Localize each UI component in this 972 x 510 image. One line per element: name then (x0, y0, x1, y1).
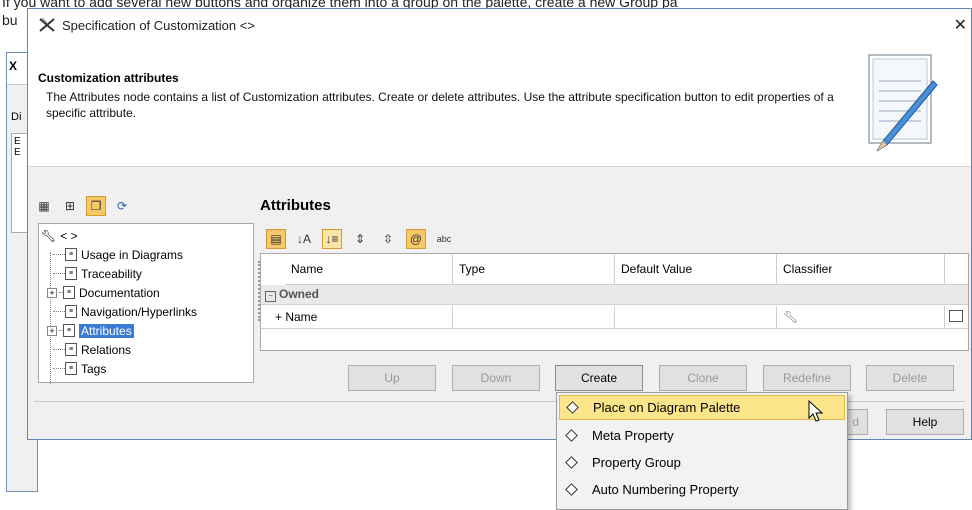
refresh-icon[interactable]: ⟳ (112, 196, 132, 216)
column-header-name[interactable]: Name (285, 254, 453, 284)
dialog-titlebar[interactable]: Specification of Customization <> ✕ (28, 9, 971, 41)
tree-item-label: Attributes (79, 323, 134, 338)
column-header-classifier[interactable]: Classifier (777, 254, 945, 284)
menu-item-place-on-diagram-palette[interactable]: Place on Diagram Palette (559, 395, 845, 420)
tree-toolbar: ▦ ⊞ ❐ ⟳ (34, 195, 254, 217)
diamond-icon (565, 483, 578, 496)
grouping-icon[interactable]: ▤ (266, 229, 286, 249)
collapse-icon[interactable]: − (265, 291, 276, 302)
wrench-icon: 🔧︎ (41, 228, 57, 243)
menu-item-label: Place on Diagram Palette (593, 400, 741, 415)
tree-item-navigation-hyperlinks[interactable]: ≡ Navigation/Hyperlinks (41, 302, 251, 321)
page-icon: ≡ (65, 343, 77, 356)
menu-item-meta-property[interactable]: Meta Property (557, 422, 847, 449)
column-header-type[interactable]: Type (453, 254, 615, 284)
tree-item-label: Tags (81, 361, 107, 376)
menu-item-label: Meta Property (592, 428, 674, 443)
expand-all-icon[interactable]: ⇕ (350, 229, 370, 249)
diamond-icon (566, 401, 579, 414)
navigation-pane: ▦ ⊞ ❐ ⟳ 🔧︎ < > ≡ Usage in Diagrams ≡ Tra… (34, 195, 254, 384)
tree-item-label: Documentation (79, 285, 160, 300)
menu-item-label: Property Group (592, 455, 681, 470)
expand-icon[interactable]: + (47, 325, 57, 336)
tree-item-attributes[interactable]: + ≡ Attributes (41, 321, 251, 340)
clone-button[interactable]: Clone (659, 365, 747, 391)
magicdraw-app-icon (38, 16, 56, 34)
tree-view-icon[interactable]: ⊞ (60, 196, 80, 216)
sort-property-icon[interactable]: ↓≡ (322, 229, 342, 249)
close-icon[interactable]: ✕ (954, 15, 967, 35)
tree-item-relations[interactable]: ≡ Relations (41, 340, 251, 359)
tree-item-label: Relations (81, 342, 132, 357)
toggle-panels-icon[interactable]: ❐ (86, 196, 106, 216)
help-button[interactable]: Help (886, 409, 964, 435)
cell-type[interactable] (453, 306, 615, 328)
page-icon: ≡ (65, 248, 77, 261)
tree-item-label: Traceability (81, 266, 142, 281)
tree-item-traceability[interactable]: ≡ Traceability (41, 264, 251, 283)
tree-item-tags[interactable]: ≡ Tags (41, 359, 251, 378)
attributes-toolbar: ▤ ↓A ↓≡ ⇕ ⇳ @ abc (266, 229, 454, 249)
table-header: Name Type Default Value Classifier (285, 254, 968, 285)
background-window-label: Di (11, 111, 22, 123)
tree-item-label: Navigation/Hyperlinks (81, 304, 198, 319)
page-icon: ≡ (65, 267, 77, 280)
show-inherited-icon[interactable]: @ (406, 229, 426, 249)
cell-spec-button[interactable] (945, 306, 968, 328)
cell-default-value[interactable] (615, 306, 777, 328)
down-button[interactable]: Down (452, 365, 540, 391)
expand-icon[interactable]: + (47, 287, 57, 298)
wrench-icon: 🔧︎ (783, 310, 799, 324)
specification-dialog: Specification of Customization <> ✕ Cust… (27, 8, 972, 440)
attributes-title: Attributes (260, 197, 331, 214)
spelling-icon[interactable]: abc (434, 229, 454, 249)
diamond-icon (565, 429, 578, 442)
diamond-icon (565, 456, 578, 469)
cell-name[interactable]: + Name (261, 306, 453, 328)
menu-item-property-group[interactable]: Property Group (557, 449, 847, 476)
attributes-table: Name Type Default Value Classifier − Owne… (260, 253, 969, 351)
collapse-all-icon[interactable]: ⇳ (378, 229, 398, 249)
create-menu: Place on Diagram Palette Meta Property P… (556, 392, 848, 510)
menu-item-auto-numbering-property[interactable]: Auto Numbering Property (557, 476, 847, 503)
tree-connector (53, 349, 65, 350)
sort-alpha-icon[interactable]: ↓A (294, 229, 314, 249)
cell-classifier[interactable]: 🔧︎ (777, 306, 945, 328)
table-group-owned[interactable]: − Owned (261, 285, 968, 305)
group-label: Owned (279, 287, 320, 301)
tree-connector (53, 254, 65, 255)
specification-icon (949, 310, 963, 322)
page-icon: ≡ (65, 305, 77, 318)
tree-item-usage-in-diagrams[interactable]: ≡ Usage in Diagrams (41, 245, 251, 264)
spec-tree: 🔧︎ < > ≡ Usage in Diagrams ≡ Traceabilit… (38, 223, 254, 384)
info-panel: Customization attributes The Attributes … (28, 41, 971, 167)
delete-button[interactable]: Delete (866, 365, 954, 391)
tree-item-label: Usage in Diagrams (81, 247, 184, 262)
tree-item-documentation[interactable]: + ≡ Documentation (41, 283, 251, 302)
document-pencil-icon (868, 54, 938, 152)
tree-root[interactable]: 🔧︎ < > (41, 226, 251, 245)
up-button[interactable]: Up (348, 365, 436, 391)
column-header-default-value[interactable]: Default Value (615, 254, 777, 284)
tree-connector (53, 368, 65, 369)
tree-root-label: < > (60, 228, 78, 243)
table-row[interactable]: + Name 🔧︎ (261, 306, 968, 329)
mouse-cursor-icon (808, 400, 824, 422)
dialog-title: Specification of Customization <> (62, 17, 255, 33)
tree-connector (53, 273, 65, 274)
create-button[interactable]: Create (555, 365, 643, 391)
page-icon: ≡ (65, 362, 77, 375)
info-title: Customization attributes (38, 71, 179, 85)
background-text-line2: bu (2, 12, 18, 28)
grid-view-icon[interactable]: ▦ (34, 196, 54, 216)
page-icon: ≡ (63, 324, 75, 337)
info-description: The Attributes node contains a list of C… (46, 90, 834, 120)
redefine-button[interactable]: Redefine (763, 365, 851, 391)
page-icon: ≡ (63, 286, 75, 299)
menu-item-label: Auto Numbering Property (592, 482, 739, 497)
tree-connector (53, 311, 65, 312)
